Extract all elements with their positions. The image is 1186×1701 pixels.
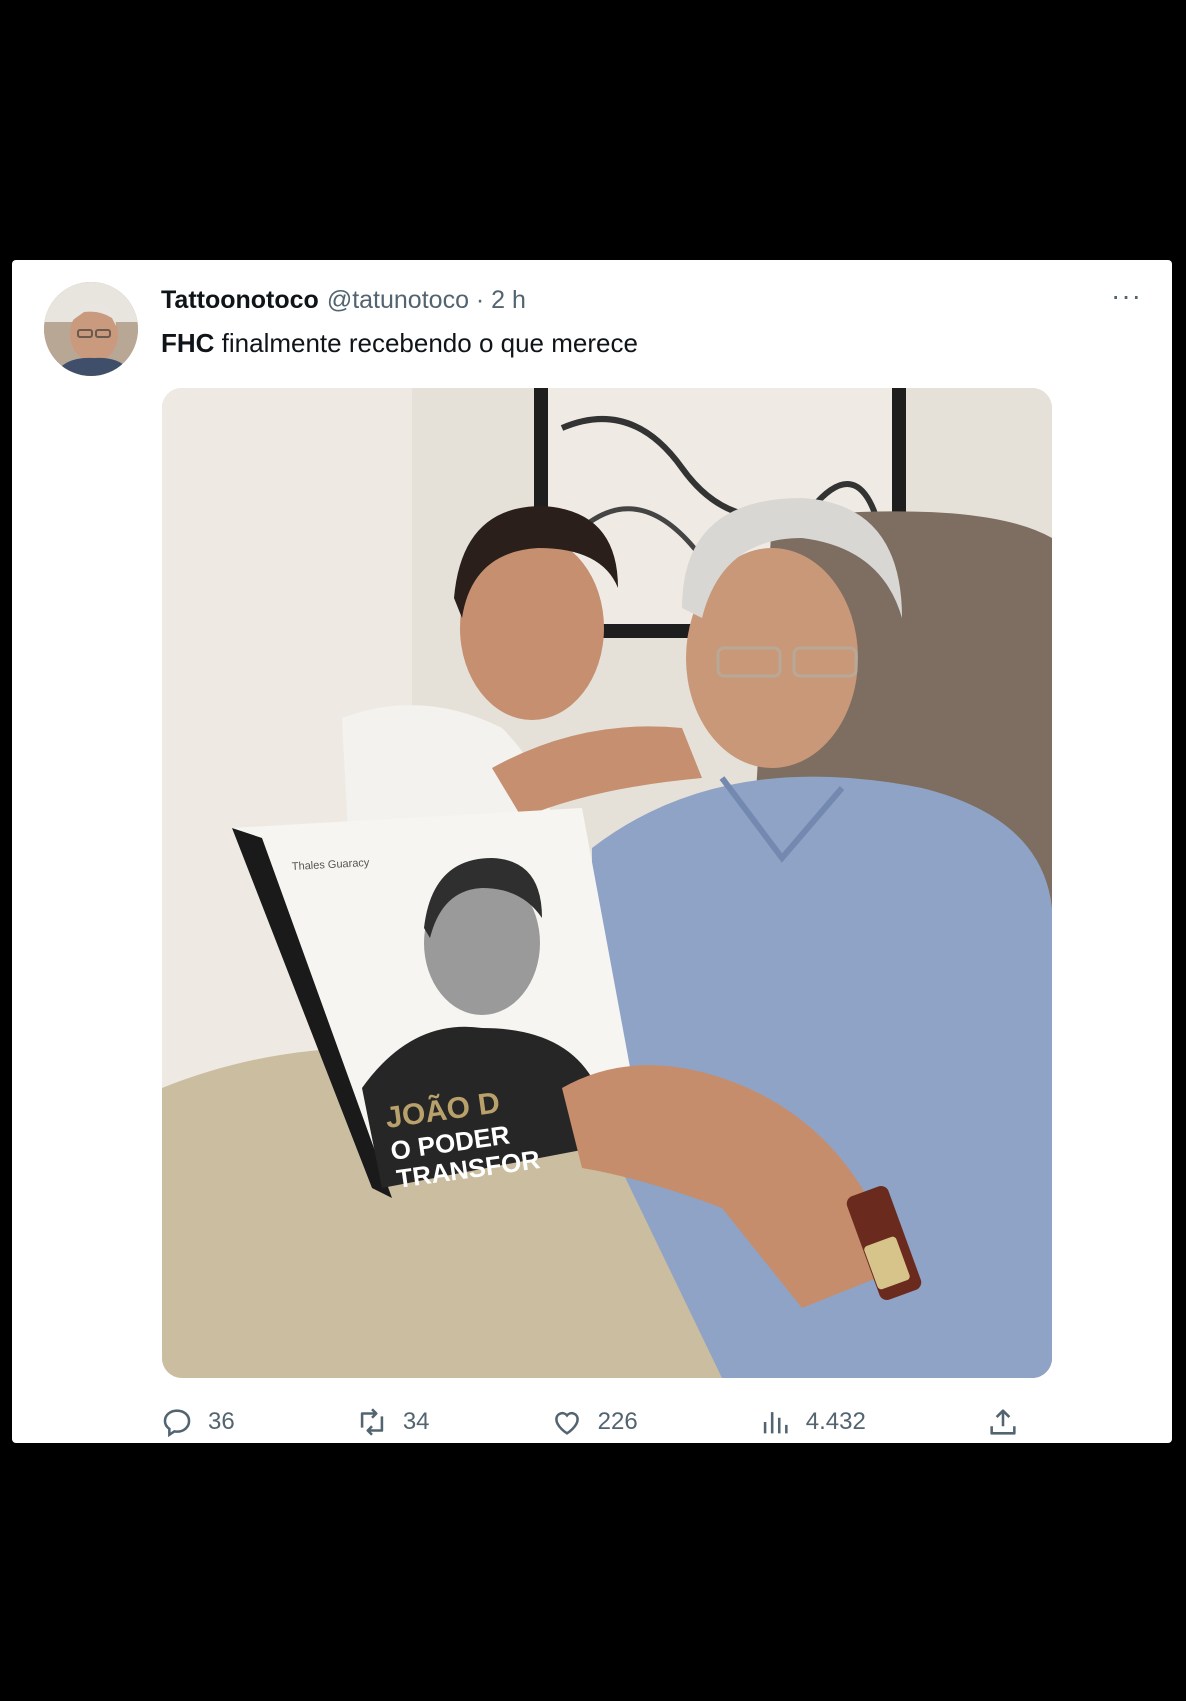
retweet-count: 34 <box>402 1408 430 1435</box>
views-icon <box>763 1412 788 1434</box>
handle-and-time[interactable]: @tatunotoco · 2 h <box>327 286 526 315</box>
tweet-text-rest: finalmente recebendo o que merece <box>214 328 638 358</box>
more-icon[interactable]: ··· <box>1111 282 1142 310</box>
share-button[interactable] <box>986 1405 1020 1439</box>
tweet-photo[interactable]: JOÃO D O PODER TRANSFOR Thales Guaracy <box>162 388 1052 1378</box>
reply-count: 36 <box>208 1408 235 1435</box>
tweet-card[interactable]: Tattoonotoco @tatunotoco · 2 h ··· FHC f… <box>12 260 1172 1443</box>
action-bar: 36 34 226 4.432 <box>160 1402 1020 1442</box>
like-count: 226 <box>597 1408 638 1435</box>
tweet-header: Tattoonotoco @tatunotoco · 2 h <box>161 286 526 320</box>
retweet-icon <box>360 1408 384 1436</box>
views-button[interactable]: 4.432 <box>758 1405 866 1439</box>
tweet-text-bold: FHC <box>161 328 215 358</box>
photo-illustration: JOÃO D O PODER TRANSFOR Thales Guaracy <box>162 388 1052 1378</box>
heart-icon <box>554 1411 579 1435</box>
tweet-text: FHC finalmente recebendo o que merece <box>161 328 638 359</box>
views-count: 4.432 <box>805 1408 866 1435</box>
like-button[interactable]: 226 <box>550 1405 638 1439</box>
share-icon <box>990 1409 1016 1435</box>
retweet-button[interactable]: 34 <box>355 1405 430 1439</box>
avatar[interactable] <box>44 282 138 376</box>
reply-button[interactable]: 36 <box>160 1405 235 1439</box>
reply-icon <box>163 1409 191 1438</box>
display-name[interactable]: Tattoonotoco <box>161 286 319 315</box>
